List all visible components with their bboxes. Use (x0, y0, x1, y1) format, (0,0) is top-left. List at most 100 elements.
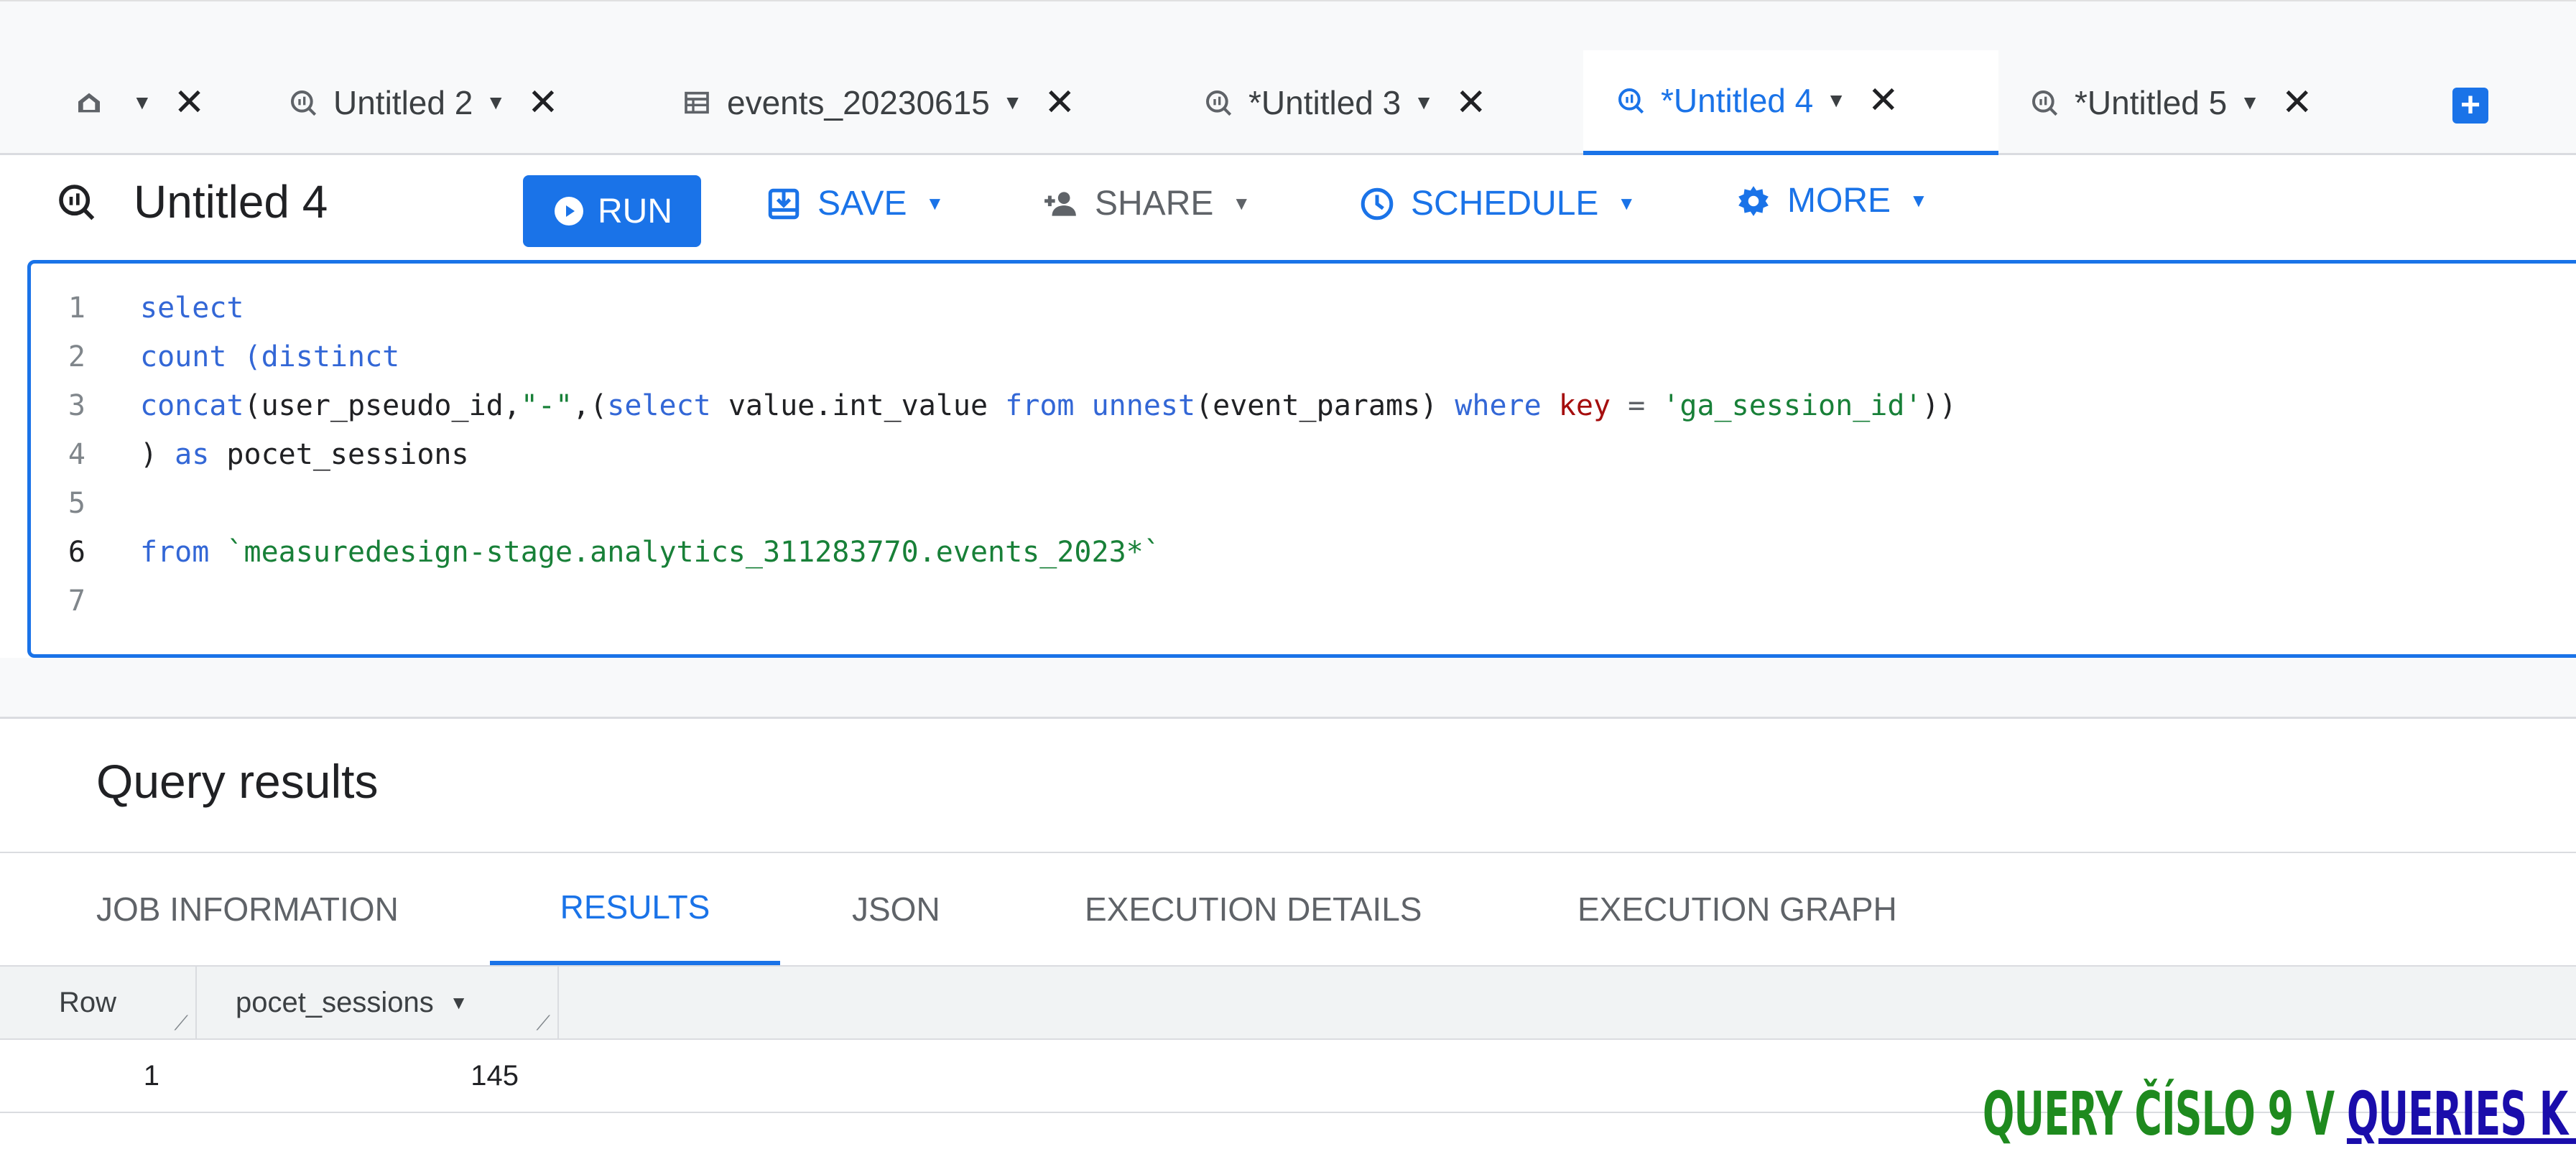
resize-handle-icon[interactable]: ⟋ (536, 1012, 550, 1036)
tab-label: *Untitled 4 (1661, 82, 1814, 119)
code-token: select (140, 292, 244, 325)
line-number: 2 (68, 340, 85, 373)
tab-execution-graph[interactable]: EXECUTION GRAPH (1577, 853, 1897, 965)
tab-events-20230615[interactable]: events_20230615 ▼ ✕ (682, 50, 1075, 155)
query-icon (2030, 88, 2059, 117)
code-token: as (175, 438, 210, 471)
more-button[interactable]: MORE ▼ (1736, 181, 1928, 220)
table-icon (682, 88, 711, 117)
save-button[interactable]: SAVE ▼ (766, 184, 944, 223)
caption-text: QUERY ČÍSLO 9 V (1983, 1079, 2347, 1149)
line-number: 1 (68, 292, 85, 325)
code-token: pocet_sessions (209, 438, 469, 471)
tab-label: *Untitled 5 (2075, 84, 2228, 121)
chevron-down-icon[interactable]: ▼ (486, 91, 506, 114)
code-token: "-" (520, 389, 573, 422)
query-title-text: Untitled 4 (134, 176, 328, 228)
tab-untitled-3[interactable]: *Untitled 3 ▼ ✕ (1204, 50, 1487, 155)
code-token: `measuredesign-stage.analytics_311283770… (209, 536, 1161, 569)
query-results-title: Query results (96, 755, 379, 808)
code-token: from (1005, 389, 1075, 422)
run-button[interactable]: RUN (523, 175, 701, 247)
code-token: value.int_value (710, 389, 1006, 422)
close-icon[interactable]: ✕ (174, 81, 205, 124)
query-toolbar: Untitled 4 RUN SAVE ▼ SHARE ▼ SCHEDULE ▼… (0, 155, 2576, 261)
save-label: SAVE (817, 185, 907, 223)
close-icon[interactable]: ✕ (1455, 81, 1487, 124)
chevron-down-icon[interactable]: ▼ (132, 91, 152, 114)
code-line: 2 count (distinct (31, 334, 399, 380)
code-token: user_pseudo_id, (261, 389, 521, 422)
chevron-down-icon: ▼ (1617, 192, 1636, 214)
code-token: where (1437, 389, 1559, 422)
chevron-down-icon: ▼ (1909, 190, 1928, 211)
results-table-header: Row ⟋ pocet_sessions ▼ ⟋ (0, 967, 2576, 1040)
query-icon (289, 88, 318, 117)
line-number: 7 (68, 585, 85, 618)
query-icon (56, 182, 96, 222)
line-number: 3 (68, 389, 85, 422)
column-header-row: Row ⟋ (0, 967, 195, 1038)
code-token: from (140, 536, 210, 569)
tab-label: Untitled 2 (333, 84, 473, 121)
chevron-down-icon: ▼ (1232, 192, 1251, 214)
code-line: 4 ) as pocet_sessions (31, 432, 469, 478)
clock-icon (1359, 186, 1395, 222)
code-token: ( (244, 389, 261, 422)
tab-job-information[interactable]: JOB INFORMATION (96, 853, 399, 965)
pocet-sessions-cell[interactable]: 145 (197, 1040, 519, 1112)
line-number: 5 (68, 487, 85, 520)
run-label: RUN (598, 192, 672, 231)
schedule-button[interactable]: SCHEDULE ▼ (1359, 184, 1636, 223)
code-token: = (1611, 389, 1663, 422)
tab-label: events_20230615 (727, 84, 990, 121)
line-number: 6 (68, 536, 85, 569)
code-token: (event_params) (1195, 389, 1438, 422)
editor-results-divider[interactable] (0, 658, 2576, 719)
share-button[interactable]: SHARE ▼ (1043, 184, 1251, 223)
home-icon (75, 88, 103, 117)
sql-editor[interactable]: 1 select 2 count (distinct 3 concat(user… (27, 260, 2576, 658)
close-icon[interactable]: ✕ (527, 81, 559, 124)
code-token: count (distinct (140, 340, 400, 373)
share-label: SHARE (1095, 185, 1214, 223)
chevron-down-icon[interactable]: ▼ (1003, 91, 1023, 114)
column-header-label: Row (59, 986, 117, 1018)
schedule-label: SCHEDULE (1411, 185, 1599, 223)
line-number: 4 (68, 438, 85, 471)
query-icon (1616, 86, 1645, 115)
tab-json[interactable]: JSON (852, 853, 940, 965)
tab-execution-details[interactable]: EXECUTION DETAILS (1085, 853, 1422, 965)
caption-link[interactable]: QUERIES K P (2347, 1079, 2576, 1149)
close-icon[interactable]: ✕ (1044, 81, 1076, 124)
chevron-down-icon[interactable]: ▼ (1414, 91, 1434, 114)
query-icon (1204, 88, 1233, 117)
tab-home[interactable]: ▼ ✕ (75, 50, 205, 155)
tab-results[interactable]: RESULTS (490, 853, 780, 965)
code-token: select (607, 389, 711, 422)
overlay-caption: QUERY ČÍSLO 9 V QUERIES K P (1983, 1079, 2576, 1149)
code-line: 5 (31, 480, 140, 526)
code-line: 1 select (31, 285, 244, 331)
editor-tab-strip: ▼ ✕ Untitled 2 ▼ ✕ events_20230615 ▼ ✕ *… (0, 0, 2576, 155)
play-icon (552, 194, 586, 228)
code-token: ,( (573, 389, 608, 422)
code-token: key (1558, 389, 1611, 422)
code-line: 7 (31, 578, 140, 624)
tab-untitled-2[interactable]: Untitled 2 ▼ ✕ (289, 50, 559, 155)
chevron-down-icon[interactable]: ▼ (2240, 91, 2260, 114)
add-person-icon (1043, 186, 1079, 222)
column-header-label: pocet_sessions (236, 986, 434, 1018)
chevron-down-icon[interactable]: ▼ (1826, 89, 1846, 112)
code-token: )) (1922, 389, 1957, 422)
sort-menu-icon[interactable]: ▼ (450, 992, 468, 1014)
column-header-pocet-sessions[interactable]: pocet_sessions ▼ ⟋ (197, 967, 557, 1038)
close-icon[interactable]: ✕ (2281, 81, 2313, 124)
tab-untitled-4[interactable]: *Untitled 4 ▼ ✕ (1583, 50, 1998, 155)
new-tab-button[interactable]: + (2452, 88, 2488, 124)
tab-label: *Untitled 3 (1248, 84, 1401, 121)
close-icon[interactable]: ✕ (1868, 79, 1899, 122)
chevron-down-icon: ▼ (925, 192, 945, 214)
resize-handle-icon[interactable]: ⟋ (174, 1012, 188, 1036)
tab-untitled-5[interactable]: *Untitled 5 ▼ ✕ (2030, 50, 2313, 155)
